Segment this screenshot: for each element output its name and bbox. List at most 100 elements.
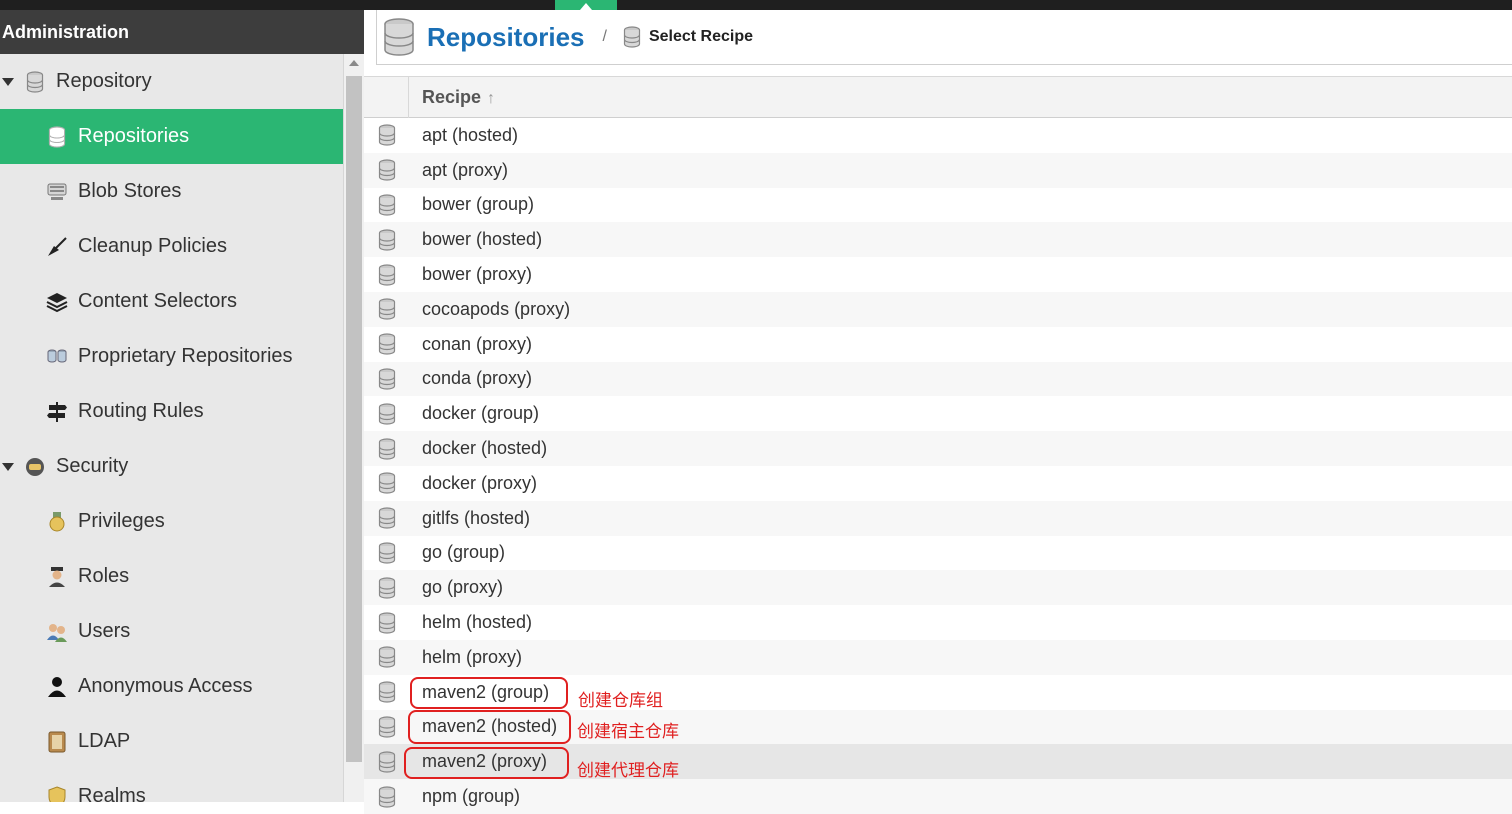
recipe-row[interactable]: helm (hosted) bbox=[364, 605, 1512, 640]
recipe-row[interactable]: conan (proxy) bbox=[364, 327, 1512, 362]
shield-icon bbox=[46, 785, 68, 802]
database-icon bbox=[364, 646, 409, 668]
database-icon bbox=[364, 159, 409, 181]
database-icon bbox=[364, 298, 409, 320]
sidebar-item-label: Anonymous Access bbox=[78, 675, 253, 697]
recipe-name: npm (group) bbox=[422, 786, 521, 807]
database-icon bbox=[364, 437, 409, 460]
sidebar-item-privileges[interactable]: Privileges bbox=[0, 494, 343, 549]
sidebar-item-blob-stores[interactable]: Blob Stores bbox=[0, 164, 343, 219]
sidebar-item-label: Content Selectors bbox=[78, 290, 237, 312]
recipe-row[interactable]: go (proxy) bbox=[364, 570, 1512, 606]
recipe-row[interactable]: apt (hosted) bbox=[364, 118, 1512, 153]
repositories-large-icon bbox=[383, 18, 415, 56]
recipe-column-label: Recipe bbox=[422, 87, 482, 107]
sidebar-item-cleanup-policies[interactable]: Cleanup Policies bbox=[0, 219, 343, 274]
recipe-row[interactable]: docker (hosted) bbox=[364, 431, 1512, 466]
annotation-box-proxy bbox=[404, 747, 569, 779]
sidebar-item-label: Users bbox=[78, 620, 131, 642]
sidebar-item-label: Routing Rules bbox=[78, 400, 204, 422]
recipe-row[interactable]: npm (group) bbox=[364, 779, 1512, 814]
sidebar-item-anonymous-access[interactable]: Anonymous Access bbox=[0, 659, 343, 714]
recipe-name: cocoapods (proxy) bbox=[422, 298, 571, 319]
admin-mode-indicator[interactable] bbox=[555, 0, 617, 10]
recipe-name: helm (hosted) bbox=[422, 612, 533, 633]
recipe-row[interactable]: docker (proxy) bbox=[364, 466, 1512, 501]
recipe-column-header[interactable]: Recipe ↑ bbox=[422, 77, 495, 118]
sidebar-item-realms[interactable]: Realms bbox=[0, 769, 343, 802]
sidebar-item-repository[interactable]: Repository bbox=[0, 54, 343, 109]
recipe-row[interactable]: cocoapods (proxy) bbox=[364, 291, 1512, 327]
sort-ascending-icon: ↑ bbox=[487, 90, 496, 107]
recipe-name: docker (group) bbox=[422, 403, 540, 424]
recipe-row[interactable]: conda (proxy) bbox=[364, 361, 1512, 397]
sidebar-item-label: Cleanup Policies bbox=[78, 235, 227, 257]
recipe-name: docker (hosted) bbox=[422, 438, 548, 459]
sidebar-item-routing-rules[interactable]: Routing Rules bbox=[0, 384, 343, 439]
sidebar-item-security[interactable]: Security bbox=[0, 439, 343, 494]
recipe-row[interactable]: gitlfs (hosted) bbox=[364, 500, 1512, 536]
sidebar-item-label: LDAP bbox=[78, 730, 131, 752]
sidebar-item-label: Privileges bbox=[78, 510, 165, 532]
recipe-name: bower (hosted) bbox=[422, 229, 543, 250]
nav-list: Repository Repositories Blob Stores Cleanup… bbox=[0, 54, 343, 802]
security-icon bbox=[24, 456, 46, 478]
sidebar-item-repositories[interactable]: Repositories bbox=[0, 109, 343, 164]
database-icon bbox=[364, 333, 409, 355]
broom-icon bbox=[46, 236, 68, 258]
top-bar bbox=[0, 0, 1512, 10]
database-icon bbox=[364, 472, 409, 494]
sidebar-item-roles[interactable]: Roles bbox=[0, 549, 343, 604]
database-icon bbox=[364, 124, 409, 146]
sidebar-item-proprietary-repositories[interactable]: Proprietary Repositories bbox=[0, 329, 343, 384]
database-icon bbox=[364, 542, 409, 564]
scroll-up-arrow[interactable] bbox=[349, 60, 359, 66]
sidebar-item-users[interactable]: Users bbox=[0, 604, 343, 659]
scroll-thumb[interactable] bbox=[346, 76, 362, 762]
recipe-row[interactable]: bower (group) bbox=[364, 188, 1512, 223]
main-panel: Repositories / Select Recipe Recipe ↑ apt… bbox=[364, 10, 1512, 814]
database-icon bbox=[364, 229, 409, 251]
server-icon bbox=[46, 181, 68, 203]
recipe-name: conda (proxy) bbox=[422, 368, 533, 389]
sidebar-title: Administration bbox=[0, 10, 364, 54]
recipe-row[interactable]: bower (proxy) bbox=[364, 257, 1512, 292]
database-icon bbox=[364, 751, 409, 773]
recipe-row[interactable]: docker (group) bbox=[364, 396, 1512, 431]
database-icon bbox=[46, 125, 68, 148]
breadcrumb: Select Recipe bbox=[648, 28, 754, 45]
users-icon bbox=[46, 621, 68, 643]
sidebar-item-ldap[interactable]: LDAP bbox=[0, 714, 343, 769]
medal-icon bbox=[46, 511, 68, 533]
recipe-row[interactable]: apt (proxy) bbox=[364, 152, 1512, 188]
layers-icon bbox=[46, 291, 68, 313]
recipe-name: gitlfs (hosted) bbox=[422, 507, 531, 528]
database-icon bbox=[364, 368, 409, 390]
sidebar-item-label: Security bbox=[56, 455, 129, 477]
database-icon bbox=[364, 611, 409, 634]
page-title[interactable]: Repositories bbox=[427, 22, 585, 53]
proprietary-icon bbox=[46, 346, 68, 368]
recipe-name: helm (proxy) bbox=[422, 646, 523, 667]
icon-column-header bbox=[364, 77, 409, 118]
annotation-group-text: 创建仓库组 bbox=[578, 691, 663, 710]
breadcrumb-database-icon bbox=[623, 26, 641, 48]
database-icon bbox=[364, 577, 409, 599]
database-icon bbox=[364, 403, 409, 425]
database-icon bbox=[364, 716, 409, 738]
sidebar-scrollbar[interactable] bbox=[343, 54, 364, 802]
database-icon bbox=[364, 194, 409, 216]
expand-caret-icon[interactable] bbox=[2, 462, 14, 471]
database-icon bbox=[24, 70, 46, 93]
recipe-name: go (proxy) bbox=[422, 577, 504, 598]
book-icon bbox=[46, 731, 68, 753]
recipe-row[interactable]: bower (hosted) bbox=[364, 222, 1512, 258]
role-icon bbox=[46, 566, 68, 588]
sidebar-item-content-selectors[interactable]: Content Selectors bbox=[0, 274, 343, 329]
sidebar-item-label: Blob Stores bbox=[78, 180, 182, 202]
sidebar-item-label: Repositories bbox=[78, 125, 190, 147]
database-icon bbox=[364, 507, 409, 529]
expand-caret-icon[interactable] bbox=[2, 77, 14, 86]
recipe-row[interactable]: go (group) bbox=[364, 536, 1512, 571]
recipe-row[interactable]: helm (proxy) bbox=[364, 639, 1512, 675]
